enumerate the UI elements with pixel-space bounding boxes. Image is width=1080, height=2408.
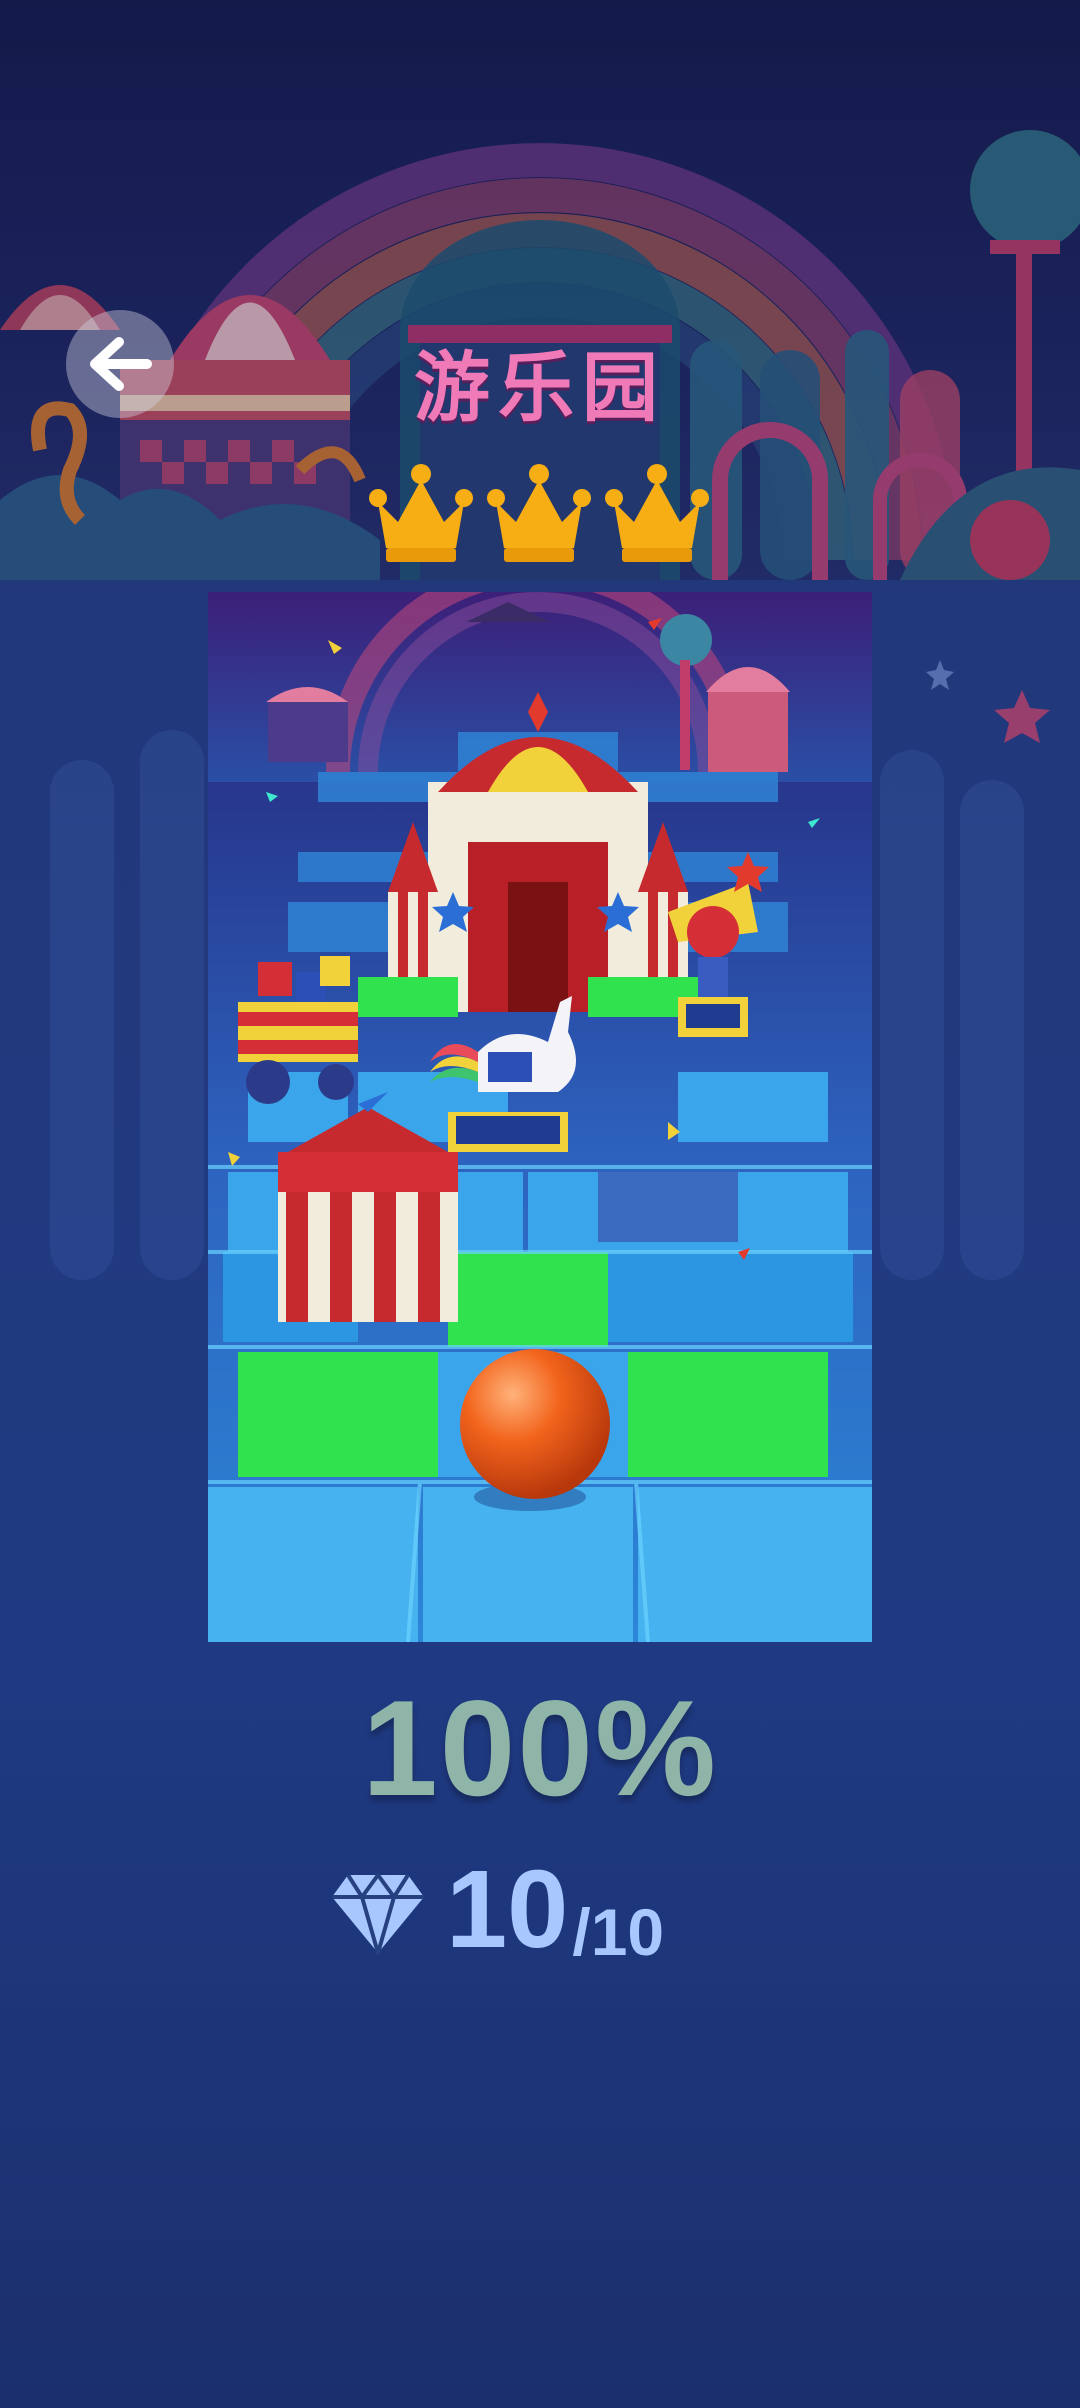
- gems-total: /10: [572, 1895, 665, 1969]
- crown-icon: [368, 462, 474, 566]
- level-preview: [208, 592, 872, 1642]
- completion-percent: 100%: [362, 1672, 718, 1824]
- orange-ball: [460, 1349, 610, 1499]
- gems-collected: 10: [446, 1848, 569, 1971]
- level-preview-art: [208, 592, 872, 1642]
- crown-icon: [604, 462, 710, 566]
- level-title: 游乐园: [414, 343, 666, 432]
- crown-icon: [486, 462, 592, 566]
- header-banner: 游乐园: [0, 0, 1080, 580]
- crown-rating: [368, 462, 714, 566]
- diamond-icon: [332, 1871, 424, 1955]
- gem-counter: 10 /10: [330, 1845, 664, 1965]
